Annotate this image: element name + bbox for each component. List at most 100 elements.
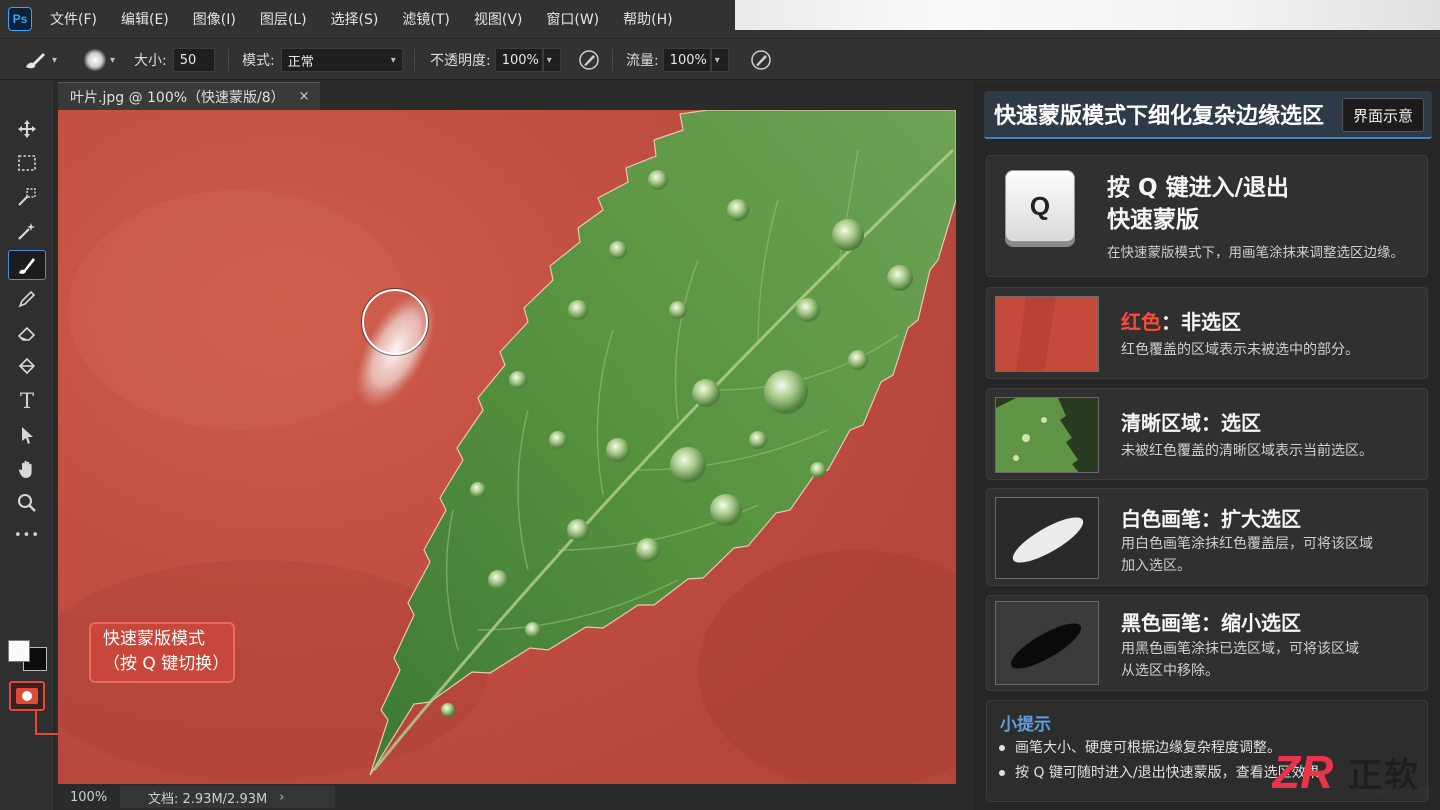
screen-glare [735,0,1440,30]
quick-mask-button[interactable] [9,681,45,711]
leaf-thumbnail [995,397,1099,473]
q-card-title-line-2: 快速蒙版 [1107,207,1199,233]
bullet-icon [999,745,1005,751]
document-tab[interactable]: 叶片.jpg @ 100%（快速蒙版/8） × [58,82,320,110]
hand-tool[interactable] [8,454,46,484]
opacity-label: 不透明度: [430,53,491,69]
tips-title: 小提示 [1000,715,1051,735]
watermark-domain: zhengruan.com [1352,786,1430,797]
flow-dropdown[interactable]: ▾ [710,48,729,72]
document-tab-title: 叶片.jpg @ 100%（快速蒙版/8） [70,89,285,106]
leaf-preview [996,398,1098,472]
eraser-tool[interactable] [8,318,46,348]
menu-layer[interactable]: 图层(L) [256,7,311,31]
menu-image[interactable]: 图像(I) [189,7,240,31]
chevron-down-icon: ▾ [390,54,396,66]
red-card-title-rest: ：非选区 [1161,310,1241,334]
divider [228,49,229,71]
white-card-desc: 用白色画笔涂抹红色覆盖层，可将该区域 加入选区。 [1121,533,1373,577]
pencil-icon [18,290,36,308]
mode-label: 模式: [242,53,275,69]
red-mask-thumbnail [995,296,1099,372]
pen-pressure-icon [579,50,599,70]
bucket-icon [18,357,36,375]
brush-tip-picker[interactable]: ▾ [84,39,115,81]
marquee-icon [18,155,36,171]
airbrush-button[interactable] [750,39,772,81]
menu-help[interactable]: 帮助(H) [619,7,676,31]
brush-tool[interactable] [8,250,46,280]
move-icon [18,120,36,138]
marquee-tool[interactable] [8,148,46,178]
menu-edit[interactable]: 编辑(E) [117,7,173,31]
black-card-title: 黑色画笔：缩小选区 [1121,611,1301,635]
size-control: 大小: 50 [134,39,215,81]
quick-mask-callout: 快速蒙版模式 （按 Q 键切换） [89,622,235,683]
menu-items: 文件(F) 编辑(E) 图像(I) 图层(L) 选择(S) 滤镜(T) 视图(V… [46,0,693,38]
magic-wand-tool[interactable] [8,216,46,246]
mode-value: 正常 [287,54,314,70]
white-card-title: 白色画笔：扩大选区 [1121,507,1301,531]
tip-item: 画笔大小、硬度可根据边缘复杂程度调整。 [999,737,1281,757]
chevron-down-icon: ▾ [52,54,58,66]
airbrush-icon [751,50,771,70]
flow-control: 流量: 100% ▾ [626,39,729,81]
app-logo[interactable]: Ps [8,7,32,31]
opacity-dropdown[interactable]: ▾ [542,48,561,72]
type-tool[interactable]: T [8,386,46,416]
menu-bar: Ps 文件(F) 编辑(E) 图像(I) 图层(L) 选择(S) 滤镜(T) 视… [0,0,1440,38]
magnifier-icon [18,494,36,512]
brush-preset-picker[interactable]: ▾ [22,39,57,81]
black-card-desc-line-2: 从选区中移除。 [1121,663,1219,679]
q-key-icon: Q [1005,170,1075,242]
status-bar: 100% 文档: 2.93M/2.93M › [58,784,972,810]
path-selection-tool[interactable] [8,420,46,450]
object-selection-tool[interactable] [8,182,46,212]
chevron-down-icon: ▾ [714,54,720,66]
white-card-desc-line-2: 加入选区。 [1121,558,1191,574]
q-card-desc: 在快速蒙版模式下，用画笔涂抹来调整选区边缘。 [1107,245,1404,261]
opacity-input[interactable]: 100% [494,48,543,72]
size-input[interactable]: 50 [172,48,215,72]
menu-select[interactable]: 选择(S) [327,7,383,31]
red-mask-preview [996,297,1098,371]
eraser-icon [17,326,36,341]
red-word: 红色 [1121,310,1161,334]
clear-area-card: 清晰区域：选区 未被红色覆盖的清晰区域表示当前选区。 [986,388,1428,480]
red-area-card: 红色：非选区 红色覆盖的区域表示未被选中的部分。 [986,287,1428,379]
callout-connector [35,711,37,735]
move-tool[interactable] [8,114,46,144]
divider [612,49,613,71]
black-card-desc: 用黑色画笔涂抹已选区域，可将该区域 从选区中移除。 [1121,638,1359,682]
foreground-color-swatch[interactable] [8,640,30,662]
document-size: 文档: 2.93M/2.93M [148,791,268,807]
menu-window[interactable]: 窗口(W) [542,7,603,31]
opacity-control: 不透明度: 100% ▾ [430,39,561,81]
white-stroke-thumbnail [995,497,1099,579]
watermark: ZR 正软 zhengruan.com [1272,744,1430,800]
q-card-title: 按 Q 键进入/退出 快速蒙版 [1107,172,1289,236]
clone-stamp-tool[interactable] [8,284,46,314]
chevron-right-icon[interactable]: › [279,790,284,805]
close-icon[interactable]: × [299,89,310,104]
chevron-down-icon: ▾ [110,54,116,66]
paint-bucket-tool[interactable] [8,352,46,382]
ui-preview-button[interactable]: 界面示意 [1341,98,1424,132]
divider [414,49,415,71]
hand-icon [18,460,32,478]
panel-header: 快速蒙版模式下细化复杂边缘选区 界面示意 [984,91,1432,139]
zoom-level[interactable]: 100% [58,790,120,805]
arrow-cursor-icon [22,427,33,444]
size-label: 大小: [134,53,167,69]
zoom-tool[interactable] [8,488,46,518]
menu-file[interactable]: 文件(F) [46,7,101,31]
menu-filter[interactable]: 滤镜(T) [398,7,453,31]
object-selection-icon [18,188,36,206]
white-brush-card: 白色画笔：扩大选区 用白色画笔涂抹红色覆盖层，可将该区域 加入选区。 [986,488,1428,586]
pressure-opacity-button[interactable] [578,39,600,81]
black-brush-card: 黑色画笔：缩小选区 用黑色画笔涂抹已选区域，可将该区域 从选区中移除。 [986,595,1428,691]
menu-view[interactable]: 视图(V) [470,7,527,31]
mode-select[interactable]: 正常 ▾ [280,48,403,72]
flow-input[interactable]: 100% [662,48,711,72]
edit-toolbar-button[interactable]: ••• [8,520,46,550]
